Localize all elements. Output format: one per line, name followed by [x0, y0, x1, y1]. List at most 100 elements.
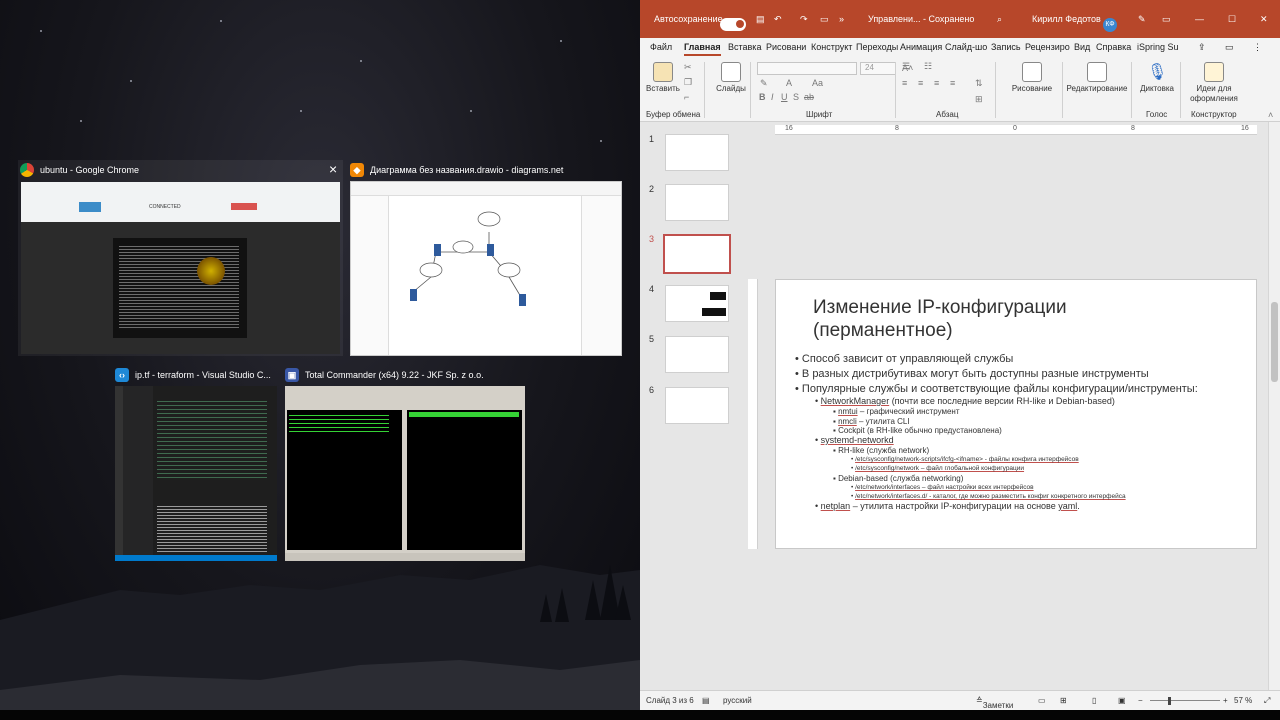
font-size-field[interactable]: 24 [860, 62, 896, 75]
bold-icon[interactable]: B [759, 92, 766, 102]
close-icon[interactable]: ✕ [1260, 14, 1268, 25]
highlight-icon[interactable]: ✎ [760, 78, 768, 89]
tab-design[interactable]: Конструкт [811, 42, 852, 52]
align-left-icon[interactable]: ≡ [902, 78, 907, 88]
designer-icon [1204, 62, 1224, 82]
current-slide[interactable]: Изменение IP-конфигурации (перманентное)… [775, 279, 1257, 549]
star [40, 30, 42, 32]
star [470, 110, 472, 112]
change-case-icon[interactable]: Aa [812, 78, 823, 88]
collapse-ribbon-icon[interactable]: ˄ [1268, 110, 1273, 120]
share-icon[interactable]: ⇪ [1198, 42, 1206, 53]
reading-view-icon[interactable]: ▯ [1092, 696, 1096, 705]
smartart-icon[interactable]: ⊞ [975, 94, 983, 105]
numbering-icon[interactable]: ☷ [924, 61, 932, 72]
text-direction-icon[interactable]: ⇅ [975, 78, 983, 89]
comments-icon[interactable]: ▭ [1225, 42, 1234, 53]
vertical-scrollbar[interactable] [1268, 122, 1280, 690]
undo-icon[interactable]: ↶ [774, 14, 782, 25]
bullets-icon[interactable]: ☰ [902, 61, 910, 72]
slide-title[interactable]: Изменение IP-конфигурации (перманентное) [813, 296, 1067, 342]
format-painter-icon[interactable]: ⌐ [684, 92, 689, 102]
more-options-icon[interactable]: ⋮ [1253, 42, 1262, 53]
present-icon[interactable]: ▭ [820, 14, 829, 25]
slide-number: 4 [649, 284, 655, 294]
language-label[interactable]: русский [723, 696, 752, 705]
slide-thumbnail-6[interactable] [665, 387, 729, 424]
paste-button[interactable]: Вставить [646, 62, 680, 93]
star [80, 120, 82, 122]
user-name[interactable]: Кирилл Федотов [1032, 14, 1101, 24]
shadow-icon[interactable]: S [793, 92, 799, 102]
tab-file[interactable]: Файл [650, 42, 672, 52]
notes-button[interactable]: ≙ Заметки [976, 696, 1013, 710]
underline-icon[interactable]: U [781, 92, 788, 102]
font-color-icon[interactable]: A [786, 78, 792, 88]
tab-review[interactable]: Рецензиро [1025, 42, 1070, 52]
zoom-slider[interactable] [1150, 700, 1220, 701]
tab-animations[interactable]: Анимация [900, 42, 942, 52]
tab-view[interactable]: Вид [1074, 42, 1090, 52]
slide-thumbnail-4[interactable] [665, 285, 729, 322]
drawio-window-thumbnail[interactable]: ◆ Диаграмма без названия.drawio - diagra… [348, 160, 624, 356]
tab-ispring[interactable]: iSpring Su [1137, 42, 1179, 52]
tab-draw[interactable]: Рисовани [766, 42, 806, 52]
avatar[interactable]: КФ [1103, 18, 1117, 32]
copy-icon[interactable]: ❐ [684, 77, 692, 88]
close-icon[interactable]: × [329, 161, 337, 177]
drawing-button[interactable]: Рисование [1002, 62, 1062, 93]
bullet-networkmanager: • NetworkManager (почти все последние ве… [815, 396, 1115, 406]
document-title[interactable]: Управлени... - Сохранено [868, 14, 974, 24]
group-voice-label: Голос [1146, 110, 1168, 119]
zoom-out-icon[interactable]: − [1138, 696, 1143, 705]
slide-thumbnail-1[interactable] [665, 134, 729, 171]
chrome-window-thumbnail[interactable]: ubuntu - Google Chrome × CONNECTED [18, 160, 343, 356]
tab-home[interactable]: Главная [684, 42, 721, 56]
zoom-level[interactable]: 57 % [1234, 696, 1252, 705]
minimize-icon[interactable]: — [1195, 14, 1204, 24]
slide-thumbnail-3[interactable] [663, 234, 731, 274]
save-icon[interactable]: ▤ [756, 14, 765, 25]
zoom-thumb[interactable] [1168, 697, 1171, 705]
slides-button[interactable]: Слайды [712, 62, 750, 93]
autosave-toggle[interactable] [720, 18, 746, 31]
slideshow-icon[interactable]: ▣ [1118, 696, 1126, 705]
normal-view-icon[interactable]: ▭ [1038, 696, 1046, 705]
tab-help[interactable]: Справка [1096, 42, 1131, 52]
dictate-button[interactable]: 🎙 Диктовка [1135, 62, 1179, 93]
font-family-field[interactable] [757, 62, 857, 75]
align-right-icon[interactable]: ≡ [934, 78, 939, 88]
fit-slide-icon[interactable]: ⤢ [1264, 696, 1270, 706]
editing-button[interactable]: Редактирование [1066, 62, 1128, 93]
tab-transitions[interactable]: Переходы [856, 42, 898, 52]
italic-icon[interactable]: I [771, 92, 774, 102]
tab-slideshow[interactable]: Слайд-шо [945, 42, 987, 52]
ribbon-display-icon[interactable]: ▭ [1162, 14, 1171, 25]
clipboard-icon [653, 62, 673, 82]
maximize-icon[interactable]: ☐ [1228, 14, 1236, 25]
pen-icon[interactable]: ✎ [1138, 14, 1146, 25]
totalcmd-window-thumbnail[interactable]: ▣ Total Commander (x64) 9.22 - JKF Sp. z… [283, 365, 527, 561]
find-icon [1087, 62, 1107, 82]
tab-insert[interactable]: Вставка [728, 42, 761, 52]
bullet-2: • В разных дистрибутивах могут быть дост… [795, 368, 1149, 380]
search-icon[interactable]: ⌕ [997, 14, 1002, 25]
cut-icon[interactable]: ✂ [684, 62, 692, 73]
accessibility-icon[interactable]: ▤ [702, 696, 710, 705]
justify-icon[interactable]: ≡ [950, 78, 955, 88]
vscode-window-thumbnail[interactable]: ‹› ip.tf - terraform - Visual Studio C..… [113, 365, 278, 561]
vscode-icon: ‹› [115, 368, 129, 382]
more-icon[interactable]: » [839, 14, 844, 24]
redo-icon[interactable]: ↷ [800, 14, 808, 25]
slide-sorter-icon[interactable]: ⊞ [1060, 696, 1067, 705]
align-center-icon[interactable]: ≡ [918, 78, 923, 88]
slide-thumbnail-5[interactable] [665, 336, 729, 373]
strikethrough-icon[interactable]: ab [804, 92, 814, 102]
slide-counter: Слайд 3 из 6 [646, 696, 694, 705]
zoom-in-icon[interactable]: + [1223, 696, 1228, 705]
bullet-rh-ifcfg: • /etc/sysconfig/network-scripts/ifcfg-<… [851, 456, 1079, 463]
bullet-debian: ▪ Debian-based (служба networking) [833, 474, 964, 483]
tab-record[interactable]: Запись [991, 42, 1021, 52]
slide-thumbnail-2[interactable] [665, 184, 729, 221]
design-ideas-button[interactable]: Идеи для оформления [1184, 62, 1244, 104]
